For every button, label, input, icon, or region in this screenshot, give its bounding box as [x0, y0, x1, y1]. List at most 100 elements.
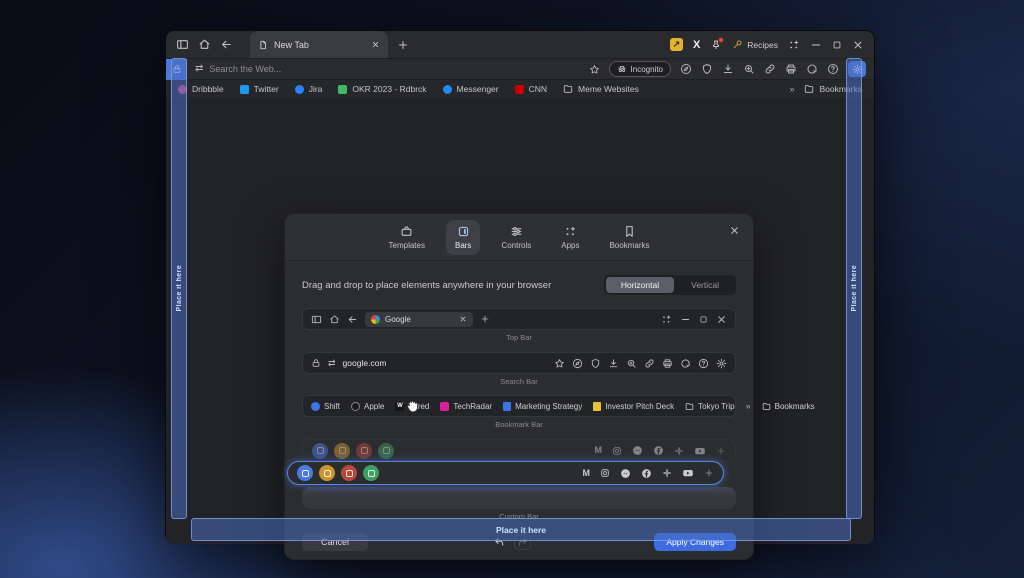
bookmark-item[interactable]: Twitter — [240, 84, 279, 94]
modal-close-icon[interactable] — [729, 225, 740, 236]
bookmark-star-icon[interactable] — [589, 64, 600, 75]
address-bar-actions: Incognito — [589, 61, 866, 77]
tab-controls[interactable]: Controls — [492, 220, 540, 255]
home-icon[interactable] — [198, 38, 211, 51]
zoom-icon[interactable] — [743, 63, 755, 75]
apps-grid-icon[interactable] — [788, 39, 800, 51]
sidebar-toggle-icon — [311, 314, 322, 325]
pin-extension-icon[interactable] — [710, 39, 722, 51]
youtube-icon — [682, 467, 694, 479]
add-app-icon — [716, 446, 726, 456]
compass-icon — [572, 358, 583, 369]
twitter-favicon — [240, 85, 249, 94]
bookmark-label: Tokyo Trip — [698, 402, 734, 411]
bookmark-label: OKR 2023 - Rdbrck — [352, 84, 426, 94]
maximize-icon[interactable] — [832, 40, 842, 50]
x-extension-icon[interactable]: X — [693, 39, 700, 51]
browser-tab[interactable]: New Tab — [250, 31, 388, 58]
help-icon[interactable] — [827, 63, 839, 75]
tab-templates[interactable]: Templates — [380, 220, 434, 255]
preview-search-bar[interactable]: ⇄ google.com — [302, 352, 736, 374]
gmail-icon: M — [583, 469, 591, 478]
folder-icon — [762, 402, 771, 411]
sync-icon[interactable] — [806, 63, 818, 75]
download-icon[interactable] — [722, 63, 734, 75]
bookmark-label: Bookmarks — [775, 402, 815, 411]
home-icon — [329, 314, 340, 325]
tab-label: Bars — [455, 241, 471, 250]
brand-apps: M — [595, 445, 727, 457]
recipes-button[interactable]: Recipes — [732, 39, 778, 50]
drop-zone-label: Place it here — [176, 265, 183, 311]
vertical-segment[interactable]: Vertical — [676, 277, 734, 293]
drop-zone-left[interactable]: Place it here — [171, 58, 187, 519]
recipes-label: Recipes — [747, 40, 778, 50]
tab-title: New Tab — [274, 40, 365, 50]
tab-label: Controls — [501, 241, 531, 250]
messenger-icon — [632, 445, 643, 456]
bookmark-label: Investor Pitch Deck — [605, 402, 674, 411]
folder-icon — [685, 402, 694, 411]
modal-body: Drag and drop to place elements anywhere… — [285, 276, 753, 551]
tab-apps[interactable]: Apps — [552, 220, 588, 255]
tab-close-icon[interactable] — [371, 40, 380, 49]
compass-icon[interactable] — [680, 63, 692, 75]
tab-label: Apps — [561, 241, 579, 250]
horizontal-segment[interactable]: Horizontal — [606, 277, 674, 293]
extension-icon[interactable]: ↗ — [670, 38, 683, 51]
controls-icon — [510, 225, 523, 238]
bookmark-item[interactable]: CNN — [515, 84, 547, 94]
templates-icon — [400, 225, 413, 238]
tab-close-icon — [459, 315, 467, 323]
incognito-badge: Incognito — [609, 61, 671, 77]
help-icon — [698, 358, 709, 369]
techradar-favicon — [440, 402, 449, 411]
bookmarks-overflow-icon[interactable]: » — [789, 85, 794, 94]
bookmark-label: TechRadar — [453, 402, 492, 411]
back-icon[interactable] — [220, 38, 233, 51]
window-close-icon[interactable] — [852, 39, 864, 51]
sidebar-toggle-icon[interactable] — [176, 38, 189, 51]
minimize-icon[interactable] — [810, 39, 822, 51]
top-bar-label: Top Bar — [302, 333, 736, 342]
bookmark-item[interactable]: OKR 2023 - Rdbrck — [338, 84, 426, 94]
orientation-toggle: Horizontal Vertical — [604, 275, 736, 295]
drop-zone-bottom[interactable]: Place it here — [191, 518, 851, 541]
link-icon[interactable] — [764, 63, 776, 75]
bookmarks-bar: Dribbble Twitter Jira OKR 2023 - Rdbrck … — [166, 79, 874, 98]
bookmark-item[interactable]: Jira — [295, 84, 323, 94]
bookmark-label: Shift — [324, 402, 340, 411]
tab-bars[interactable]: Bars — [446, 220, 480, 255]
notification-badge — [718, 37, 724, 43]
drop-zone-right[interactable]: Place it here — [846, 58, 862, 519]
new-tab-icon[interactable] — [397, 39, 409, 51]
bookmark-item[interactable]: Messenger — [443, 84, 499, 94]
messenger-favicon — [443, 85, 452, 94]
incognito-label: Incognito — [631, 65, 663, 74]
bookmark-star-icon — [554, 358, 565, 369]
apple-favicon — [351, 402, 360, 411]
add-app-icon — [704, 468, 714, 478]
browser-window: New Tab ↗ X Recipes — [165, 30, 875, 543]
folder-icon — [563, 84, 573, 94]
custom-bar-slot[interactable] — [302, 487, 736, 509]
desktop: New Tab ↗ X Recipes — [0, 0, 1024, 578]
dragged-custom-bar[interactable]: M — [287, 461, 724, 485]
print-icon[interactable] — [785, 63, 797, 75]
preview-bookmark-bar[interactable]: Shift Apple WWired TechRadar Marketing S… — [302, 395, 736, 417]
search-input[interactable]: Search the Web... — [209, 64, 281, 74]
page-icon — [258, 40, 268, 50]
tab-bar: New Tab ↗ X Recipes — [166, 31, 874, 58]
preview-tab-title: Google — [385, 315, 454, 324]
doc-favicon — [593, 402, 601, 411]
shield-icon[interactable] — [701, 63, 713, 75]
bars-icon — [457, 225, 470, 238]
bookmark-folder-item[interactable]: Meme Websites — [563, 84, 639, 94]
gmail-icon: M — [595, 446, 603, 455]
tab-bookmarks[interactable]: Bookmarks — [600, 220, 658, 255]
shield-icon — [590, 358, 601, 369]
preview-app-bar[interactable]: M — [302, 439, 736, 462]
sync-icon — [680, 358, 691, 369]
preview-top-bar[interactable]: Google — [302, 308, 736, 330]
incognito-icon — [617, 64, 627, 74]
